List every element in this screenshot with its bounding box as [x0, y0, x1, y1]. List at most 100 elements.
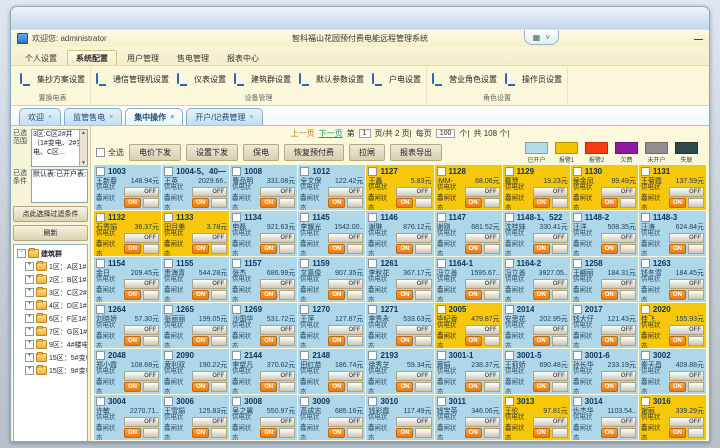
- ribbon-button[interactable]: 户电设置: [372, 74, 421, 86]
- supply-off-toggle[interactable]: OFF: [396, 187, 431, 197]
- switch-on-toggle[interactable]: ON: [669, 336, 686, 346]
- room-card[interactable]: 3013王伦97.81元供电状态OFF合闸状态ON: [503, 395, 570, 440]
- supply-off-toggle[interactable]: OFF: [192, 233, 227, 243]
- supply-off-toggle[interactable]: OFF: [124, 371, 159, 381]
- ribbon-button[interactable]: 集抄方案设置: [20, 74, 85, 86]
- card-checkbox[interactable]: [232, 259, 241, 268]
- room-card[interactable]: 1271李秀永533.63元供电状态OFF合闸状态ON: [366, 303, 433, 348]
- card-checkbox[interactable]: [505, 397, 514, 406]
- tree-node[interactable]: +7区：G区1#井: [14, 325, 87, 338]
- card-checkbox[interactable]: [437, 259, 446, 268]
- scroll-down-icon[interactable]: ▼: [81, 160, 86, 166]
- tab-2[interactable]: 监管售电×: [64, 108, 122, 125]
- expand-icon[interactable]: +: [25, 301, 34, 310]
- switch-on-toggle[interactable]: ON: [192, 382, 209, 392]
- tree-node[interactable]: +15区：9#变电站（2...: [14, 364, 87, 377]
- card-checkbox[interactable]: [232, 167, 241, 176]
- room-card[interactable]: 1154金日209.45元供电状态OFF合闸状态ON: [94, 257, 161, 302]
- switch-on-toggle[interactable]: ON: [669, 290, 686, 300]
- card-checkbox[interactable]: [505, 259, 514, 268]
- supply-off-toggle[interactable]: OFF: [260, 417, 295, 427]
- supply-off-toggle[interactable]: OFF: [669, 417, 704, 427]
- page-number-input[interactable]: 1: [359, 129, 371, 138]
- supply-off-toggle[interactable]: OFF: [328, 371, 363, 381]
- switch-on-toggle[interactable]: ON: [124, 198, 141, 208]
- card-checkbox[interactable]: [437, 397, 446, 406]
- room-card[interactable]: 2193徐秀芝59.34元供电状态OFF合闸状态ON: [366, 349, 433, 394]
- card-checkbox[interactable]: [573, 167, 582, 176]
- supply-off-toggle[interactable]: OFF: [124, 187, 159, 197]
- supply-off-toggle[interactable]: OFF: [260, 187, 295, 197]
- tab-close-icon[interactable]: ×: [48, 114, 52, 121]
- room-card[interactable]: 1159文嘉俊907.35元供电状态OFF合闸状态ON: [298, 257, 365, 302]
- card-checkbox[interactable]: [232, 213, 241, 222]
- tree-node[interactable]: +15区：5#变电站（3...: [14, 351, 87, 364]
- room-card[interactable]: 1263钱冬雪184.45元供电状态OFF合闸状态ON: [639, 257, 706, 302]
- select-all-checkbox[interactable]: [96, 148, 105, 157]
- supply-off-toggle[interactable]: OFF: [465, 187, 500, 197]
- card-checkbox[interactable]: [641, 397, 650, 406]
- room-card[interactable]: 1148-3汪涛624.84元供电状态OFF合闸状态ON: [639, 211, 706, 256]
- switch-on-toggle[interactable]: ON: [533, 428, 550, 438]
- room-card[interactable]: 2020桂飞155.93元供电状态OFF合闸状态ON: [639, 303, 706, 348]
- supply-off-toggle[interactable]: OFF: [533, 279, 568, 289]
- ribbon-button[interactable]: 操作员设置: [505, 74, 562, 86]
- scroll-up-icon[interactable]: ▲: [81, 130, 86, 136]
- room-card[interactable]: 1148-1、522沈桂妹330.41元供电状态OFF合闸状态ON: [503, 211, 570, 256]
- card-checkbox[interactable]: [96, 305, 105, 314]
- switch-on-toggle[interactable]: ON: [260, 382, 277, 392]
- expand-icon[interactable]: +: [25, 327, 34, 336]
- room-card[interactable]: 1131王菊霞137.59元供电状态OFF合闸状态ON: [639, 165, 706, 210]
- ribbon-button[interactable]: 建筑群设置: [234, 74, 291, 86]
- supply-off-toggle[interactable]: OFF: [192, 279, 227, 289]
- card-checkbox[interactable]: [232, 305, 241, 314]
- card-checkbox[interactable]: [164, 397, 173, 406]
- switch-on-toggle[interactable]: ON: [396, 290, 413, 300]
- card-checkbox[interactable]: [368, 213, 377, 222]
- ribbon-button[interactable]: 默认参数设置: [299, 74, 364, 86]
- supply-off-toggle[interactable]: OFF: [465, 233, 500, 243]
- card-checkbox[interactable]: [641, 305, 650, 314]
- room-card[interactable]: 1145李耀光1542.00..供电状态OFF合闸状态ON: [298, 211, 365, 256]
- tab-3[interactable]: 集中操作×: [125, 108, 183, 125]
- supply-off-toggle[interactable]: OFF: [669, 325, 704, 335]
- switch-on-toggle[interactable]: ON: [669, 198, 686, 208]
- switch-on-toggle[interactable]: ON: [465, 198, 482, 208]
- toolbar-button-5[interactable]: 拉闸: [349, 144, 385, 161]
- switch-on-toggle[interactable]: ON: [669, 244, 686, 254]
- toolbar-button-3[interactable]: 保电: [243, 144, 279, 161]
- switch-on-toggle[interactable]: ON: [260, 290, 277, 300]
- switch-on-toggle[interactable]: ON: [465, 244, 482, 254]
- card-checkbox[interactable]: [437, 213, 446, 222]
- room-card[interactable]: 1012全文保122.42元供电状态OFF合闸状态ON: [298, 165, 365, 210]
- select-all[interactable]: 全选: [96, 147, 124, 158]
- expand-icon[interactable]: +: [25, 353, 34, 362]
- switch-on-toggle[interactable]: ON: [260, 198, 277, 208]
- menu-item-3[interactable]: 用户管理: [119, 51, 167, 65]
- card-checkbox[interactable]: [96, 213, 105, 222]
- room-card[interactable]: 1270王萍127.87元供电状态OFF合闸状态ON: [298, 303, 365, 348]
- switch-on-toggle[interactable]: ON: [601, 382, 618, 392]
- supply-off-toggle[interactable]: OFF: [601, 187, 636, 197]
- supply-off-toggle[interactable]: OFF: [396, 233, 431, 243]
- selected-range-box[interactable]: 3区:C区2#井（1#变电、2#变电、C区... ▲▼: [31, 129, 88, 167]
- expand-icon[interactable]: +: [25, 340, 34, 349]
- tree-node[interactable]: +3区：C区2#井（1#...: [14, 286, 87, 299]
- ribbon-button[interactable]: 营业角色设置: [432, 74, 497, 86]
- card-checkbox[interactable]: [300, 167, 309, 176]
- prev-page-link[interactable]: 上一页: [291, 128, 315, 139]
- switch-on-toggle[interactable]: ON: [533, 198, 550, 208]
- supply-off-toggle[interactable]: OFF: [465, 279, 500, 289]
- room-card[interactable]: 1258王翩丽184.31元供电状态OFF合闸状态ON: [571, 257, 638, 302]
- supply-off-toggle[interactable]: OFF: [192, 371, 227, 381]
- room-card[interactable]: 1003王新春148.94元供电状态OFF合闸状态ON: [94, 165, 161, 210]
- switch-on-toggle[interactable]: ON: [124, 382, 141, 392]
- switch-on-toggle[interactable]: ON: [328, 198, 345, 208]
- switch-on-toggle[interactable]: ON: [465, 382, 482, 392]
- card-checkbox[interactable]: [96, 397, 105, 406]
- supply-off-toggle[interactable]: OFF: [601, 279, 636, 289]
- toolbar-button-1[interactable]: 电价下发: [129, 144, 181, 161]
- switch-on-toggle[interactable]: ON: [601, 244, 618, 254]
- room-card[interactable]: 1264刘晓娇57.30元供电状态OFF合闸状态ON: [94, 303, 161, 348]
- card-checkbox[interactable]: [300, 213, 309, 222]
